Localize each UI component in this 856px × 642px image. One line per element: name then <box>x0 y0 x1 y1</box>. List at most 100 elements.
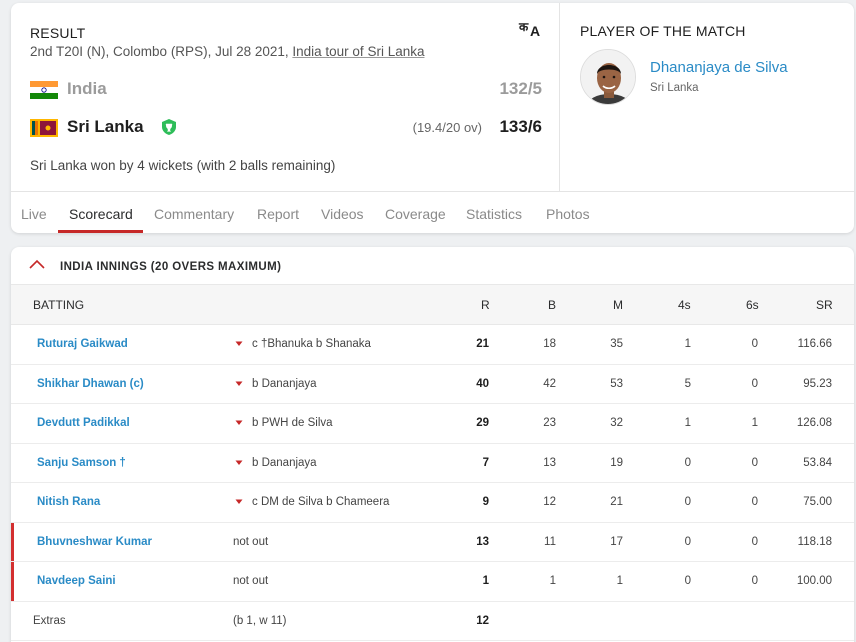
pom-team: Sri Lanka <box>650 82 699 94</box>
tab-commentary[interactable]: Commentary <box>154 206 234 222</box>
innings-card: INDIA INNINGS (20 OVERS MAXIMUM) BATTING… <box>11 247 854 642</box>
stat-sr: 95.23 <box>803 377 832 390</box>
batter-name-link[interactable]: Shikhar Dhawan (c) <box>37 378 144 390</box>
stat-sr: 75.00 <box>803 496 832 508</box>
stat-sr: 53.84 <box>803 456 832 469</box>
stat-sixes: 0 <box>751 575 758 587</box>
team-row-sri-lanka[interactable]: Sri Lanka (19.4/20 ov) 133/6 <box>30 115 542 141</box>
extras-total: 12 <box>476 614 489 627</box>
avatar[interactable] <box>580 49 636 105</box>
tab-live[interactable]: Live <box>21 206 47 222</box>
batter-name-link[interactable]: Nitish Rana <box>37 496 100 508</box>
sri-lanka-flag-icon <box>30 119 58 137</box>
col-6s: 6s <box>746 298 759 312</box>
result-summary: Sri Lanka won by 4 wickets (with 2 balls… <box>30 158 336 173</box>
stat-fours: 1 <box>684 338 691 350</box>
batter-name-link[interactable]: Ruturaj Gaikwad <box>37 338 128 350</box>
match-info: 2nd T20I (N), Colombo (RPS), Jul 28 2021… <box>30 44 424 59</box>
dismissal-text: c †Bhanuka b Shanaka <box>252 338 371 350</box>
svg-text:क: क <box>518 20 529 34</box>
tab-videos[interactable]: Videos <box>321 206 364 222</box>
language-toggle-icon[interactable]: क A <box>518 19 542 39</box>
stat-fours: 0 <box>684 496 691 508</box>
stat-b: 13 <box>543 456 556 469</box>
table-row: Devdutt Padikkal b PWH de Silva 29 23 32 1 1 12… <box>11 404 854 444</box>
team-name: India <box>67 79 107 98</box>
stat-m: 35 <box>610 338 623 350</box>
stat-b: 42 <box>543 377 556 390</box>
match-header-card: RESULT क A 2nd T20I (N), Colombo (RPS), … <box>11 3 854 233</box>
innings-title: INDIA INNINGS (20 OVERS MAXIMUM) <box>60 261 282 273</box>
result-pane: RESULT क A 2nd T20I (N), Colombo (RPS), … <box>11 3 559 191</box>
stat-fours: 0 <box>684 575 691 587</box>
team-overs: (19.4/20 ov) <box>412 120 482 135</box>
chevron-down-icon[interactable] <box>235 420 243 426</box>
india-flag-icon <box>30 81 58 99</box>
player-photo <box>581 50 635 104</box>
dismissal-text: b Dananjaya <box>252 456 317 469</box>
stat-r: 40 <box>476 377 489 390</box>
dismissal-text: not out <box>233 575 269 587</box>
extras-detail: (b 1, w 11) <box>233 614 287 627</box>
chevron-down-icon[interactable] <box>235 381 243 387</box>
tab-photos[interactable]: Photos <box>546 206 590 222</box>
table-row: Navdeep Saini not out 1 1 1 0 0 100.00 <box>11 562 854 602</box>
col-r: R <box>481 298 490 312</box>
stat-r: 1 <box>482 575 489 587</box>
stat-r: 7 <box>482 456 489 469</box>
stat-b: 11 <box>544 535 556 548</box>
stat-sixes: 0 <box>751 338 758 350</box>
batter-name-link[interactable]: Sanju Samson † <box>37 457 126 469</box>
table-row: Bhuvneshwar Kumar not out 13 11 17 0 0 118.18 <box>11 522 854 562</box>
stat-r: 9 <box>482 496 489 508</box>
chevron-up-icon[interactable] <box>29 259 45 269</box>
team-score: 133/6 <box>499 117 542 136</box>
stat-sr: 116.66 <box>797 338 832 350</box>
table-row: Sanju Samson † b Dananjaya 7 13 19 0 0 53.84 <box>11 444 854 483</box>
pom-name-link[interactable]: Dhananjaya de Silva <box>650 59 788 76</box>
stat-m: 17 <box>610 535 623 548</box>
not-out-marker <box>11 522 14 561</box>
tabs-bar: Live Scorecard Commentary Report Videos … <box>11 191 854 233</box>
stat-r: 13 <box>476 535 489 548</box>
stat-m: 53 <box>610 377 623 390</box>
team-name: Sri Lanka <box>67 117 144 136</box>
col-b: B <box>548 298 557 312</box>
table-row: Ruturaj Gaikwad c †Bhanuka b Shanaka 21 18 3… <box>11 325 854 365</box>
stat-sixes: 0 <box>751 496 758 508</box>
stat-b: 18 <box>543 338 556 350</box>
extras-row: Extras (b 1, w 11) 12 <box>11 602 854 641</box>
stat-sixes: 1 <box>751 417 758 429</box>
stat-m: 21 <box>610 496 623 508</box>
team-row-india[interactable]: India 132/5 <box>30 77 542 103</box>
table-row: Nitish Rana c DM de Silva b Chameera 9 12 21… <box>11 483 854 523</box>
innings-header[interactable]: INDIA INNINGS (20 OVERS MAXIMUM) <box>11 247 854 284</box>
dismissal-text: b Dananjaya <box>252 377 317 390</box>
winner-badge-icon <box>162 119 176 135</box>
chevron-down-icon[interactable] <box>235 460 243 466</box>
tab-coverage[interactable]: Coverage <box>385 206 446 222</box>
svg-text:A: A <box>530 23 540 39</box>
batter-name-link[interactable]: Bhuvneshwar Kumar <box>37 536 152 548</box>
stat-m: 32 <box>610 417 623 429</box>
chevron-down-icon[interactable] <box>235 499 243 505</box>
stat-r: 21 <box>476 338 489 350</box>
tab-scorecard[interactable]: Scorecard <box>69 206 133 222</box>
chevron-down-icon[interactable] <box>235 341 243 347</box>
stat-b: 12 <box>543 496 556 508</box>
batter-name-link[interactable]: Navdeep Saini <box>37 575 116 587</box>
not-out-marker <box>11 562 14 601</box>
stat-sixes: 0 <box>751 377 758 390</box>
series-link[interactable]: India tour of Sri Lanka <box>292 44 424 59</box>
col-sr: SR <box>816 298 833 312</box>
dismissal-text: c DM de Silva b Chameera <box>252 496 390 508</box>
stat-b: 1 <box>549 575 556 587</box>
match-details: 2nd T20I (N), Colombo (RPS), Jul 28 2021… <box>30 44 289 59</box>
table-row: Shikhar Dhawan (c) b Dananjaya 40 42 53 5 0 95.… <box>11 365 854 404</box>
player-of-match-pane: PLAYER OF THE MATCH Dhananjaya de Silva … <box>559 3 854 191</box>
tab-statistics[interactable]: Statistics <box>466 206 522 222</box>
batter-name-link[interactable]: Devdutt Padikkal <box>37 417 130 429</box>
stat-m: 1 <box>616 575 623 587</box>
tab-report[interactable]: Report <box>257 206 299 222</box>
stat-fours: 1 <box>684 417 691 429</box>
